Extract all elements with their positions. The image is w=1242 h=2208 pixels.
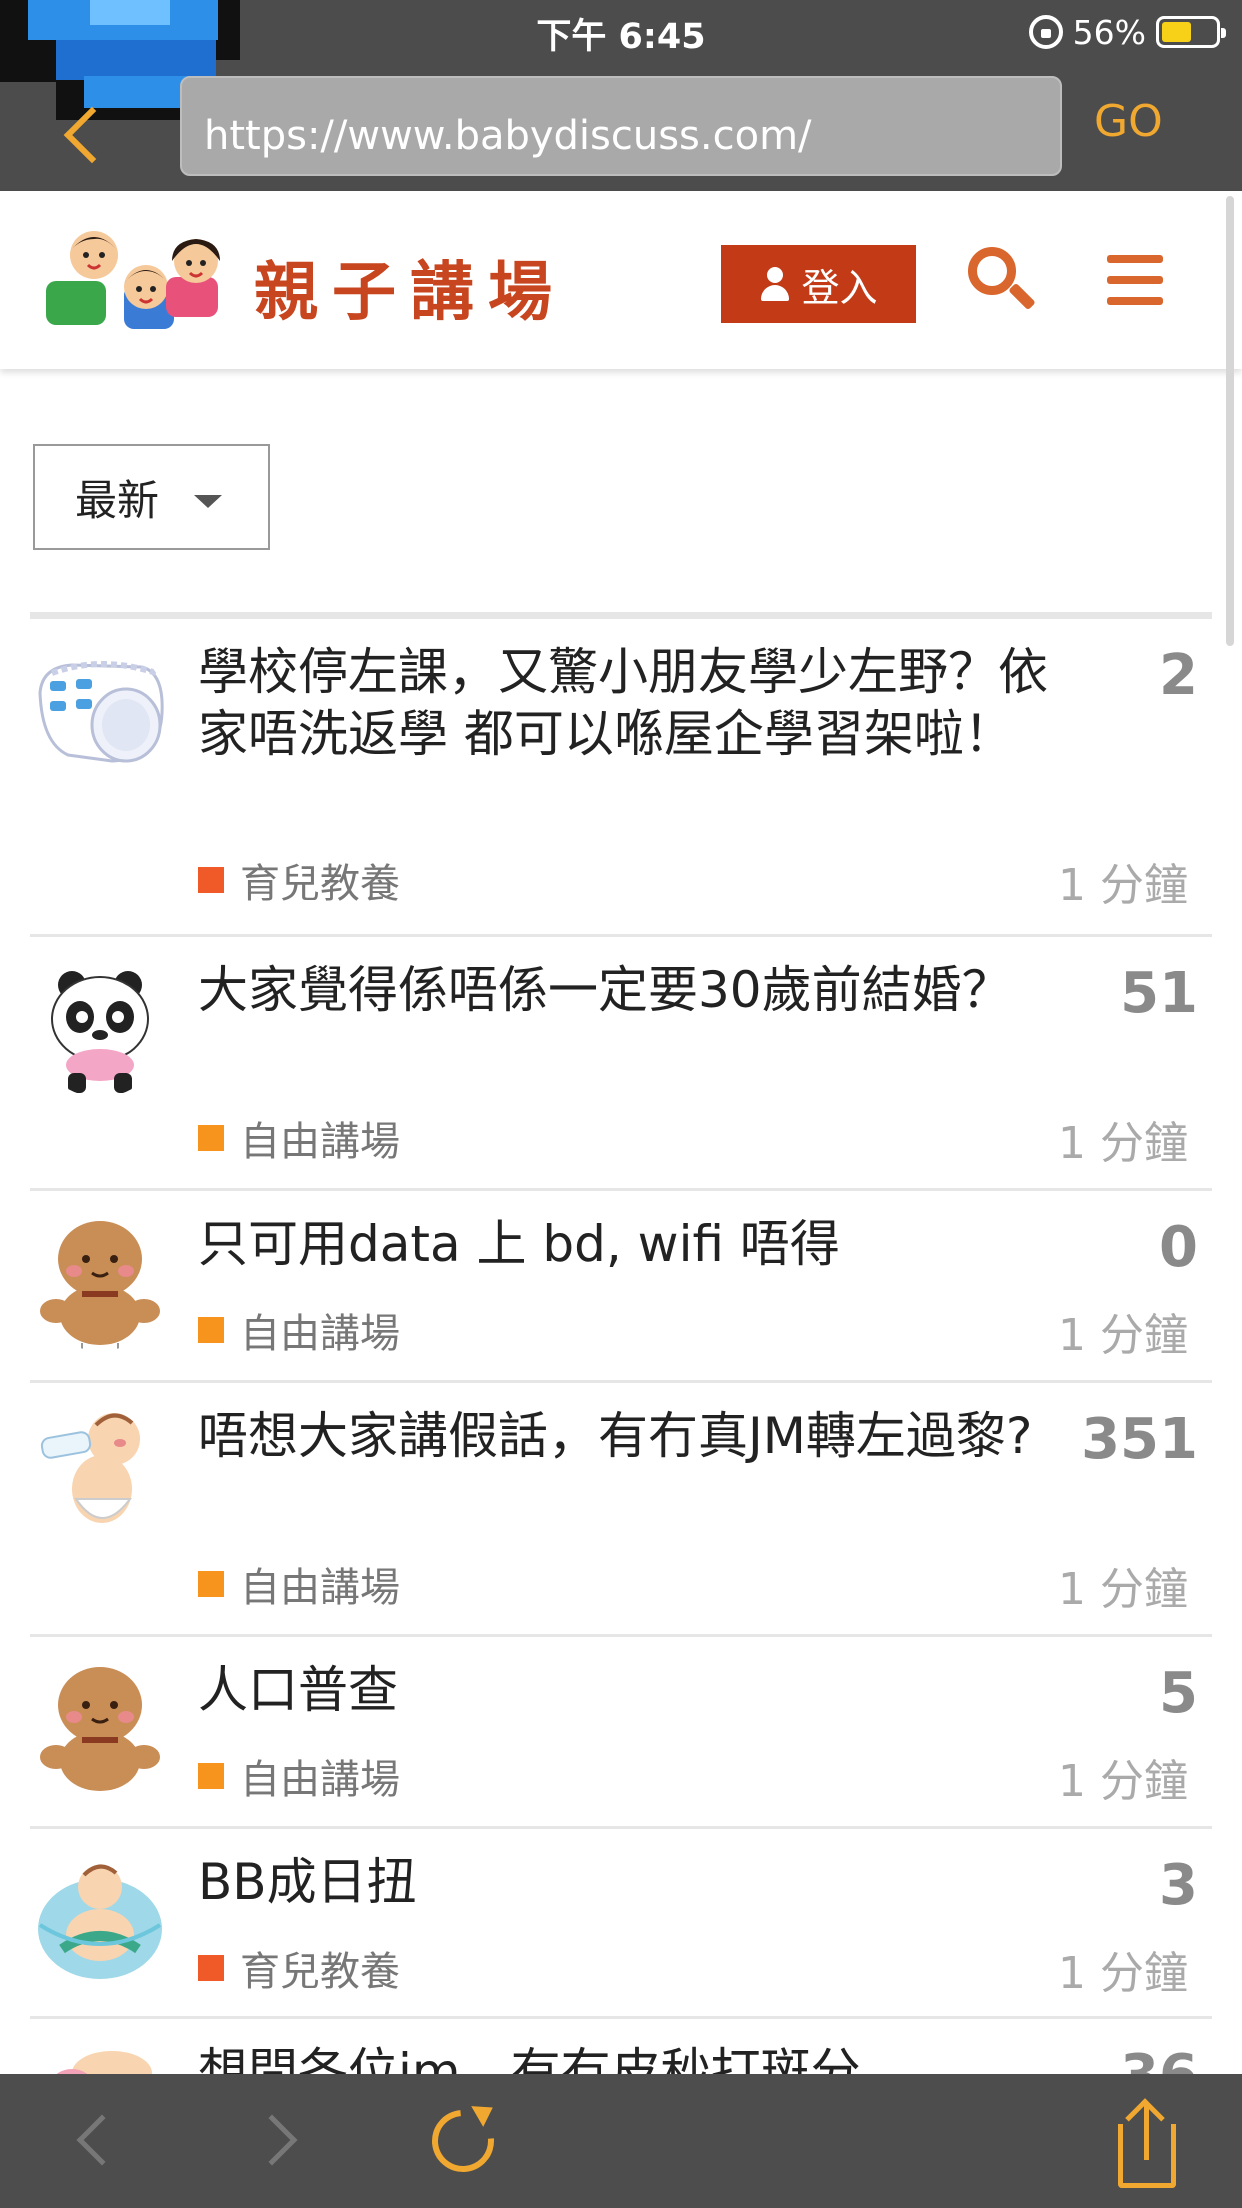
topic-time: 1 分鐘	[1058, 1310, 1188, 1361]
topic-row[interactable]: 人口普查 5 自由講場 1 分鐘	[30, 1637, 1212, 1829]
topic-time: 1 分鐘	[1058, 1756, 1188, 1807]
topic-row[interactable]: BB成日扭 3 育兒教養 1 分鐘	[30, 1829, 1212, 2019]
gingerbread-avatar-icon[interactable]	[32, 1215, 168, 1351]
category-color-badge	[198, 867, 224, 893]
user-icon	[759, 267, 791, 301]
battery-icon	[1156, 16, 1226, 48]
topic-row[interactable]: 學校停左課，又驚小朋友學少左野？依家唔洗返學 都可以喺屋企學習架啦！ 2 育兒教…	[30, 619, 1212, 937]
category-color-badge	[198, 1317, 224, 1343]
reply-count: 5	[1159, 1661, 1198, 1726]
topic-category[interactable]: 育兒教養	[198, 1939, 400, 1997]
login-button[interactable]: 登入	[721, 245, 916, 323]
family-logo-icon[interactable]	[36, 221, 236, 339]
gingerbread-avatar-icon[interactable]	[32, 1661, 168, 1797]
category-label: 自由講場	[240, 1565, 400, 1611]
topic-time: 1 分鐘	[1058, 1564, 1188, 1615]
category-color-badge	[198, 1955, 224, 1981]
baby-bath-avatar-icon[interactable]	[32, 1853, 168, 1989]
topic-category[interactable]: 育兒教養	[198, 851, 400, 909]
hamburger-menu-icon[interactable]	[1107, 255, 1163, 305]
url-input[interactable]	[180, 76, 1062, 176]
topic-time: 1 分鐘	[1058, 1948, 1188, 1999]
topic-title[interactable]: 唔想大家講假話，有冇真JM轉左過黎?	[198, 1405, 1048, 1467]
category-label: 育兒教養	[240, 861, 400, 907]
diaper-avatar-icon[interactable]	[32, 643, 168, 779]
search-icon[interactable]	[968, 247, 1036, 313]
reply-count: 2	[1159, 643, 1198, 708]
battery-level	[1162, 22, 1192, 42]
app-root: 下午 6:45 56% GO	[0, 0, 1242, 2208]
topic-category[interactable]: 自由講場	[198, 1555, 400, 1613]
topic-title[interactable]: 人口普查	[198, 1659, 1048, 1721]
topic-title[interactable]: 大家覺得係唔係一定要30歲前結婚？	[198, 959, 1048, 1021]
nav-forward-icon[interactable]	[246, 2114, 298, 2166]
battery-percent: 56%	[1072, 12, 1146, 52]
category-label: 自由講場	[240, 1757, 400, 1803]
topic-category[interactable]: 自由講場	[198, 1747, 400, 1805]
reply-count: 3	[1159, 1853, 1198, 1918]
browser-bottom-bar	[0, 2074, 1242, 2208]
category-label: 育兒教養	[240, 1949, 400, 1995]
reply-count: 51	[1120, 961, 1198, 1026]
site-header: 親子講場 登入	[0, 191, 1242, 369]
category-color-badge	[198, 1571, 224, 1597]
topic-row[interactable]: 大家覺得係唔係一定要30歲前結婚？ 51 自由講場 1 分鐘	[30, 937, 1212, 1191]
topic-title[interactable]: 學校停左課，又驚小朋友學少左野？依家唔洗返學 都可以喺屋企學習架啦！	[198, 641, 1048, 765]
topic-title[interactable]: BB成日扭	[198, 1851, 1048, 1913]
rotation-lock-icon	[1028, 15, 1063, 49]
reply-count: 351	[1081, 1407, 1198, 1472]
category-color-badge	[198, 1763, 224, 1789]
category-color-badge	[198, 1125, 224, 1151]
caret-down-icon	[194, 495, 222, 508]
reply-count: 0	[1159, 1215, 1198, 1280]
category-label: 自由講場	[240, 1119, 400, 1165]
sort-selected-label: 最新	[75, 475, 160, 525]
category-label: 自由講場	[240, 1311, 400, 1357]
sort-dropdown[interactable]: 最新	[33, 444, 270, 550]
login-label: 登入	[801, 265, 878, 310]
panda-avatar-icon[interactable]	[32, 961, 168, 1097]
browser-top-bar: 下午 6:45 56% GO	[0, 0, 1242, 191]
topic-title[interactable]: 只可用data 上 bd, wifi 唔得	[198, 1213, 1048, 1275]
nav-back-icon[interactable]	[76, 2114, 128, 2166]
topic-time: 1 分鐘	[1058, 1118, 1188, 1169]
baby-bottle-avatar-icon[interactable]	[32, 1407, 168, 1543]
topic-category[interactable]: 自由講場	[198, 1109, 400, 1167]
topic-category[interactable]: 自由講場	[198, 1301, 400, 1359]
go-button[interactable]: GO	[1094, 96, 1163, 147]
page-scrollbar[interactable]	[1226, 196, 1234, 646]
topic-row[interactable]: 只可用data 上 bd, wifi 唔得 0 自由講場 1 分鐘	[30, 1191, 1212, 1383]
topic-time: 1 分鐘	[1058, 860, 1188, 911]
status-indicators: 56%	[1028, 10, 1226, 54]
site-title[interactable]: 親子講場	[254, 241, 566, 333]
topic-list: 學校停左課，又驚小朋友學少左野？依家唔洗返學 都可以喺屋企學習架啦！ 2 育兒教…	[30, 612, 1212, 2208]
topic-row[interactable]: 唔想大家講假話，有冇真JM轉左過黎? 351 自由講場 1 分鐘	[30, 1383, 1212, 1637]
